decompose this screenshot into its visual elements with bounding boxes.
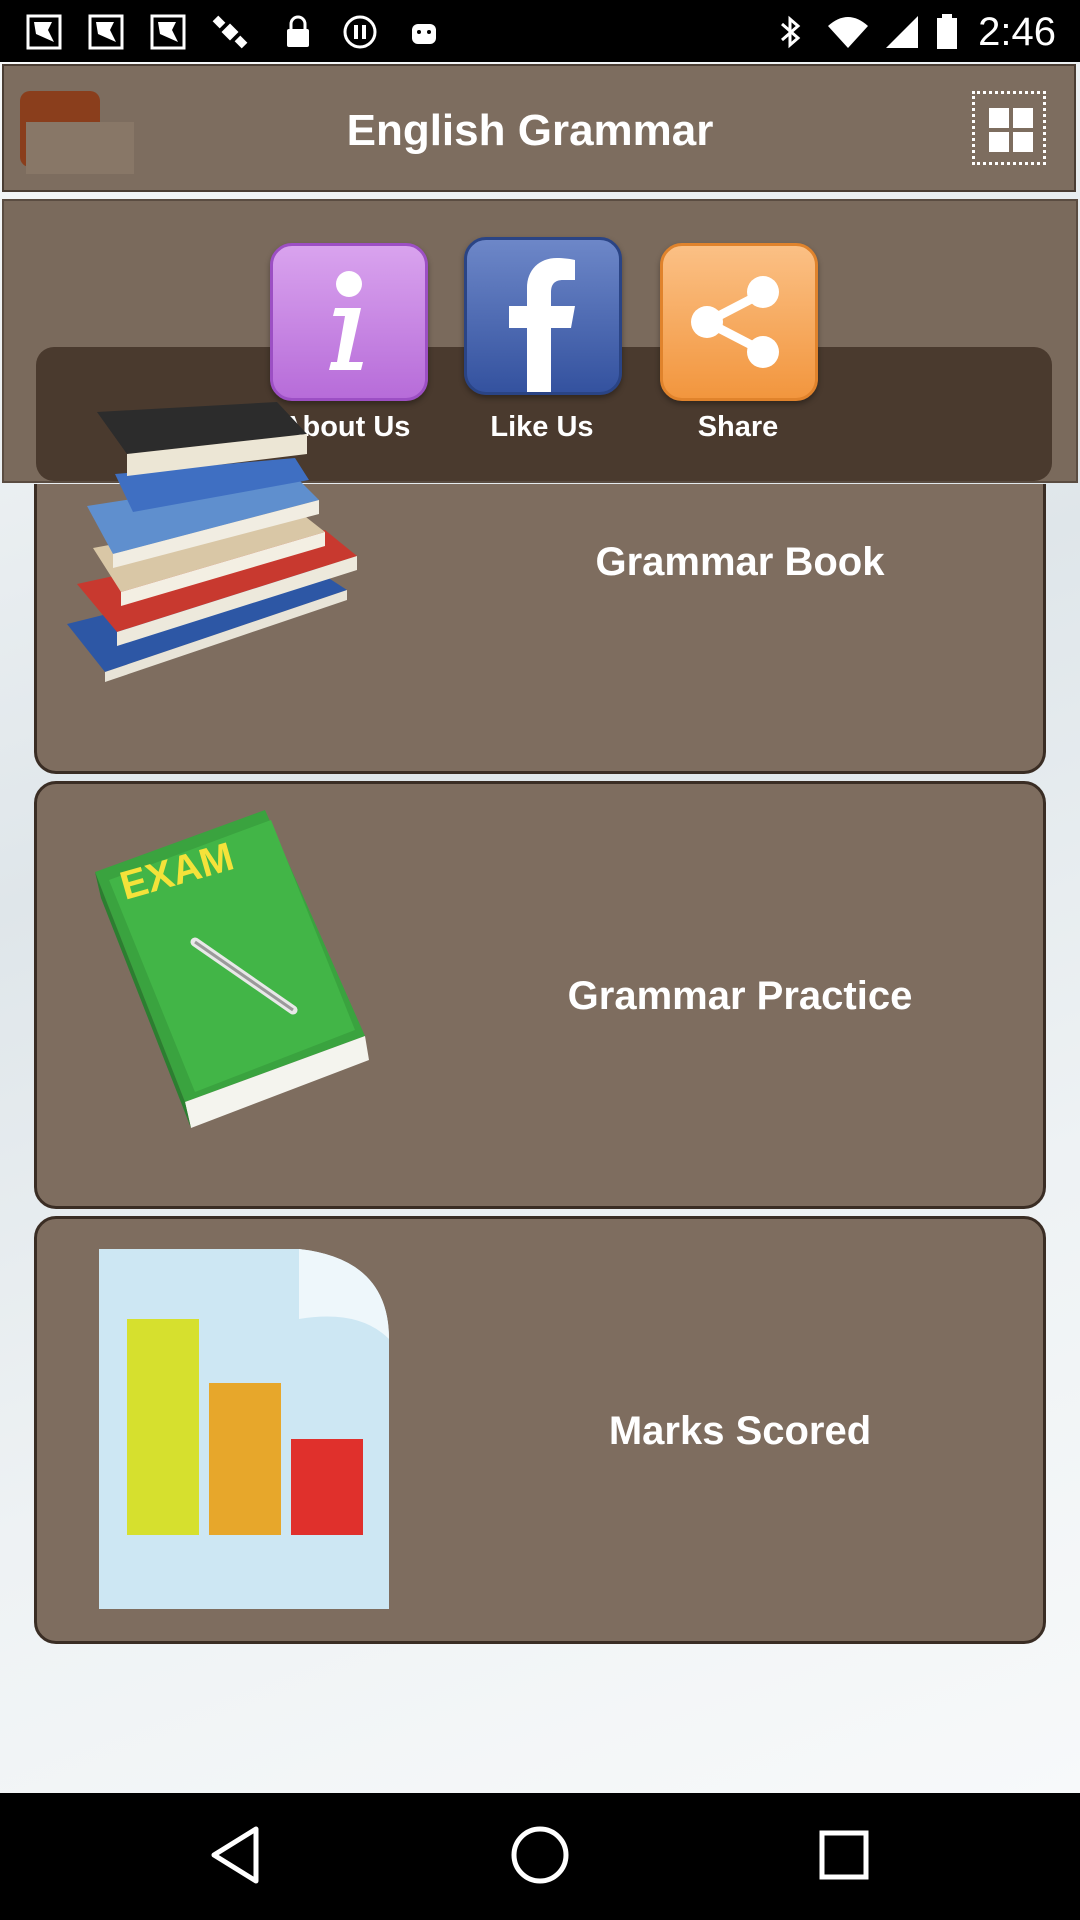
bar-chart-icon: [99, 1249, 389, 1609]
page-title: English Grammar: [346, 106, 714, 155]
notification-icon: [150, 14, 186, 50]
books-stack-icon: [67, 402, 357, 682]
marks-scored-card[interactable]: Marks Scored: [34, 1216, 1046, 1644]
share-button[interactable]: [660, 243, 818, 401]
signal-icon: [886, 16, 918, 48]
back-icon[interactable]: [200, 1819, 272, 1891]
facebook-icon: [509, 258, 575, 392]
share-icon: [691, 276, 779, 368]
grammar-book-card[interactable]: Grammar Book: [34, 402, 1046, 774]
clock: 2:46: [978, 10, 1056, 54]
status-bar: 2:46: [0, 0, 1080, 62]
lock-icon: [287, 15, 309, 47]
gps-satellite-icon: [212, 15, 248, 49]
notification-icon: [26, 14, 62, 50]
share-label: Share: [697, 411, 779, 443]
recents-icon[interactable]: [808, 1819, 880, 1891]
navigation-bar: [0, 1793, 1080, 1920]
app-content: English Grammar About Us Like Us Share G…: [0, 62, 1080, 1793]
about-us-button[interactable]: [270, 243, 428, 401]
grammar-practice-label: Grammar Practice: [567, 974, 913, 1018]
app-header: English Grammar: [2, 64, 1076, 192]
like-us-label: Like Us: [490, 411, 594, 443]
grammar-book-label: Grammar Book: [595, 540, 885, 584]
android-icon: [412, 24, 436, 44]
data-saver-icon: [343, 15, 377, 49]
exam-book-icon: EXAM: [95, 810, 369, 1128]
grid-menu-button[interactable]: [972, 91, 1046, 165]
notification-icon: [88, 14, 124, 50]
grammar-practice-card[interactable]: EXAM Grammar Practice: [34, 781, 1046, 1209]
like-us-button[interactable]: [464, 237, 622, 395]
info-icon: [329, 271, 363, 370]
bluetooth-icon: [781, 15, 801, 49]
battery-icon: [937, 14, 957, 49]
marks-scored-label: Marks Scored: [608, 1409, 872, 1453]
home-icon[interactable]: [504, 1819, 576, 1891]
wifi-icon: [828, 17, 868, 48]
